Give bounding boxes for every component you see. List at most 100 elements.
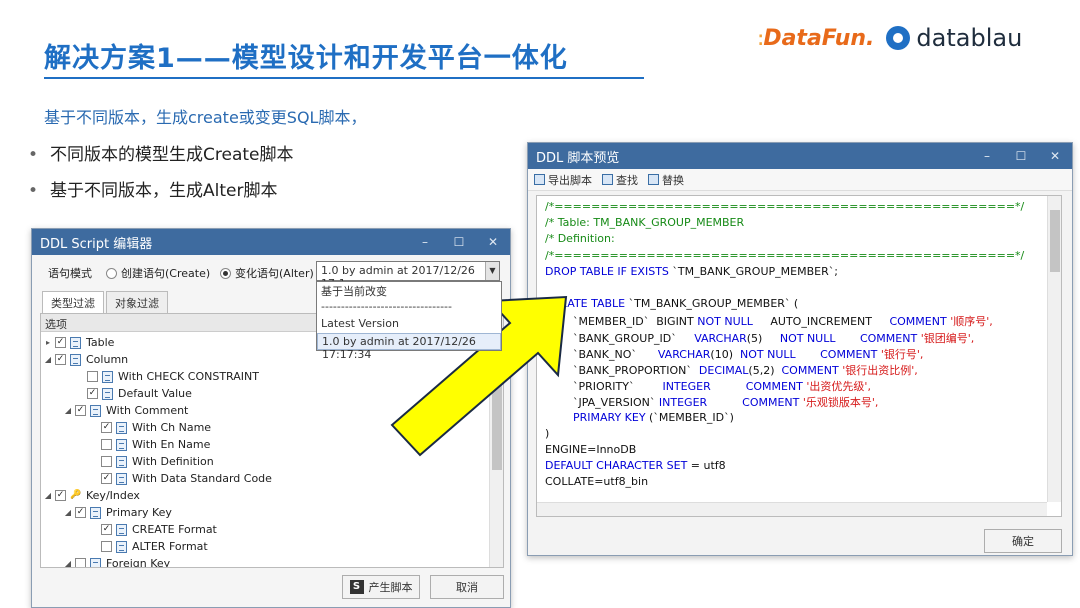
radio-create[interactable]: 创建语句(Create) — [106, 265, 210, 281]
tree-item[interactable]: With Definition — [89, 453, 214, 470]
close-icon[interactable]: ✕ — [476, 235, 510, 249]
tree-item[interactable]: ✓ CREATE Format — [89, 521, 217, 538]
maximize-icon[interactable]: ☐ — [1004, 149, 1038, 163]
minimize-icon[interactable]: – — [970, 149, 1004, 163]
code-line: `BANK_NO` VARCHAR(10) NOT NULL COMMENT '… — [545, 346, 923, 362]
tree-item[interactable]: ◢ ✓ 🔑 Key/Index — [43, 487, 140, 504]
tree-item-label: Foreign Key — [106, 557, 171, 568]
radio-circle-icon[interactable] — [220, 267, 231, 279]
code-token: /*======================================… — [545, 248, 1025, 262]
checkbox[interactable] — [87, 371, 98, 382]
field-icon — [90, 506, 101, 519]
tree-item-label: With Data Standard Code — [132, 472, 272, 485]
checkbox[interactable]: ✓ — [55, 490, 66, 501]
sql-code-view[interactable]: /*======================================… — [536, 195, 1062, 517]
code-token: NOT NULL — [740, 347, 796, 361]
slide-title: 解决方案1——模型设计和开发平台一体化 — [44, 43, 568, 74]
dropdown-separator: --------------------------------- — [321, 300, 452, 313]
tree-item-label: With CHECK CONSTRAINT — [118, 370, 259, 383]
tree-item-label: With En Name — [132, 438, 211, 451]
checkbox[interactable]: ✓ — [87, 388, 98, 399]
dropdown-option-selected[interactable]: 1.0 by admin at 2017/12/26 17:17:34 — [317, 333, 501, 361]
tree-item[interactable]: ✓ With Data Standard Code — [89, 470, 272, 487]
code-token: COMMENT — [820, 347, 881, 361]
minimize-icon[interactable]: – — [408, 235, 442, 249]
find-button[interactable]: 查找 — [602, 172, 638, 188]
replace-button[interactable]: 替换 — [648, 172, 684, 188]
checkbox[interactable] — [101, 456, 112, 467]
checkbox[interactable]: ✓ — [101, 422, 112, 433]
confirm-button[interactable]: 确定 — [984, 529, 1062, 553]
field-icon — [116, 472, 127, 485]
tree-item[interactable]: ◢ Foreign Key — [63, 555, 171, 568]
dropdown-option[interactable]: 基于当前改变 — [317, 282, 501, 299]
close-icon[interactable]: ✕ — [1038, 149, 1072, 163]
tree-item[interactable]: ✓ With Ch Name — [89, 419, 211, 436]
tree-item[interactable]: ◢ ✓ Column — [43, 351, 128, 368]
bullet-1: • 不同版本的模型生成Create脚本 — [28, 145, 294, 165]
checkbox[interactable] — [101, 541, 112, 552]
tree-item[interactable]: ✓ Default Value — [75, 385, 192, 402]
expand-toggle-icon[interactable]: ◢ — [63, 559, 73, 567]
tab-object-filter[interactable]: 对象过滤 — [106, 291, 168, 314]
generate-script-button[interactable]: S 产生脚本 — [342, 575, 420, 599]
code-token: (10) — [710, 347, 740, 361]
checkbox[interactable] — [101, 439, 112, 450]
title-underline — [44, 77, 644, 79]
editor-title: DDL Script 编辑器 — [40, 236, 153, 252]
radio-circle-icon[interactable] — [106, 267, 117, 279]
code-token: = utf8 — [690, 459, 726, 473]
expand-toggle-icon[interactable]: ▸ — [43, 338, 53, 347]
editor-titlebar[interactable]: DDL Script 编辑器 – ☐ ✕ — [32, 229, 510, 255]
datablau-logo: datablau — [886, 24, 1022, 52]
tab-type-filter[interactable]: 类型过滤 — [42, 291, 104, 314]
checkbox[interactable]: ✓ — [55, 337, 66, 348]
code-line: `JPA_VERSION` INTEGER COMMENT '乐观锁版本号', — [545, 394, 878, 410]
tree-item[interactable]: ALTER Format — [89, 538, 208, 555]
field-icon — [90, 404, 101, 417]
field-icon — [116, 523, 127, 536]
code-token: (`MEMBER_ID`) — [649, 410, 734, 424]
dropdown-option[interactable]: Latest Version — [317, 316, 501, 333]
field-icon — [90, 557, 101, 567]
statement-mode-label: 语句模式 — [48, 267, 92, 280]
radio-alter[interactable]: 变化语句(Alter) — [220, 265, 314, 281]
preview-toolbar: 导出脚本 查找 替换 — [528, 169, 1072, 191]
preview-titlebar[interactable]: DDL 脚本预览 – ☐ ✕ — [528, 143, 1072, 169]
field-icon — [116, 540, 127, 553]
tree-item-label: Table — [86, 336, 115, 349]
code-token: `TM_BANK_GROUP_MEMBER`; — [672, 264, 838, 278]
expand-toggle-icon[interactable]: ◢ — [63, 406, 73, 415]
code-line: `PRIORITY` INTEGER COMMENT '出资优先级', — [545, 378, 871, 394]
tree-item[interactable]: ◢ ✓ With Comment — [63, 402, 188, 419]
code-vertical-scrollbar[interactable] — [1047, 196, 1061, 502]
checkbox[interactable] — [75, 558, 86, 567]
code-line: /* Definition: — [545, 232, 615, 245]
bullet-dot: • — [28, 145, 39, 165]
checkbox[interactable]: ✓ — [101, 524, 112, 535]
code-line: PRIMARY KEY (`MEMBER_ID`) — [545, 411, 734, 424]
checkbox[interactable]: ✓ — [75, 405, 86, 416]
code-token: '银团编号', — [920, 331, 975, 345]
code-token: NOT NULL — [697, 315, 753, 329]
tree-item[interactable]: With CHECK CONSTRAINT — [75, 368, 259, 385]
tree-item[interactable]: With En Name — [89, 436, 210, 453]
logo-area: ⁚DataFun. datablau — [758, 24, 1022, 52]
maximize-icon[interactable]: ☐ — [442, 235, 476, 249]
expand-toggle-icon[interactable]: ◢ — [63, 508, 73, 517]
code-token: COMMENT — [859, 331, 921, 345]
checkbox[interactable]: ✓ — [55, 354, 66, 365]
expand-toggle-icon[interactable]: ◢ — [43, 491, 53, 500]
cancel-button[interactable]: 取消 — [430, 575, 504, 599]
tree-item[interactable]: ◢ ✓ Primary Key — [63, 504, 172, 521]
code-horizontal-scrollbar[interactable] — [537, 502, 1047, 516]
code-token: (5,2) — [748, 364, 782, 377]
checkbox[interactable]: ✓ — [75, 507, 86, 518]
checkbox[interactable]: ✓ — [101, 473, 112, 484]
scrollbar-thumb[interactable] — [1050, 210, 1060, 272]
export-script-button[interactable]: 导出脚本 — [534, 172, 592, 188]
expand-toggle-icon[interactable]: ◢ — [43, 355, 53, 364]
tree-item[interactable]: ▸ ✓ Table — [43, 334, 114, 351]
tree-item-label: With Ch Name — [132, 421, 212, 434]
